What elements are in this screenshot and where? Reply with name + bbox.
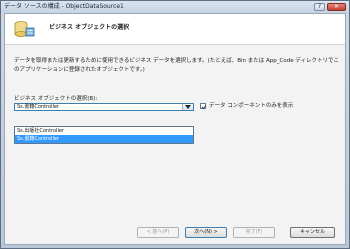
dropdown-option[interactable]: Ss.出版社Controller bbox=[15, 127, 193, 135]
data-components-only-checkbox[interactable] bbox=[200, 103, 207, 110]
window-title: データ ソースの構成 - ObjectDataSource1 bbox=[4, 3, 124, 10]
dropdown-option[interactable]: Ss.書籍Controller bbox=[15, 135, 193, 143]
wizard-header: ビジネス オブジェクトの選択 bbox=[5, 14, 345, 45]
previous-button[interactable]: < 前へ(P) bbox=[137, 227, 179, 238]
business-object-selected-value: Ss.書籍Controller bbox=[17, 104, 59, 110]
page-title: ビジネス オブジェクトの選択 bbox=[49, 24, 130, 31]
next-button[interactable]: 次へ(N) > bbox=[185, 227, 227, 238]
business-object-dropdown-list: Ss.出版社Controller Ss.書籍Controller bbox=[14, 126, 194, 144]
business-object-select[interactable]: Ss.書籍Controller bbox=[14, 103, 194, 111]
close-button[interactable]: ✕ bbox=[327, 3, 346, 11]
dialog-window: データ ソースの構成 - ObjectDataSource1 ? ✕ ビジネス … bbox=[0, 0, 350, 249]
description-text: データを取得または更新するために使用できるビジネス データを選択します。(たとえ… bbox=[14, 58, 339, 73]
title-bar[interactable]: データ ソースの構成 - ObjectDataSource1 ? ✕ bbox=[1, 1, 349, 13]
dropdown-arrow-button[interactable] bbox=[182, 104, 193, 110]
checkmark-icon bbox=[201, 105, 207, 110]
finish-button[interactable]: 完了(F) bbox=[233, 227, 275, 238]
chevron-down-icon bbox=[185, 105, 191, 109]
business-object-label: ビジネス オブジェクトの選択(B): bbox=[14, 96, 98, 102]
dialog-body: ビジネス オブジェクトの選択 データを取得または更新するために使用できるビジネス… bbox=[4, 13, 346, 245]
data-components-only-label: データ コンポーネントのみを表示 bbox=[209, 103, 294, 109]
database-icon bbox=[14, 21, 35, 37]
help-button[interactable]: ? bbox=[314, 3, 325, 11]
cancel-button[interactable]: キャンセル bbox=[290, 227, 335, 238]
